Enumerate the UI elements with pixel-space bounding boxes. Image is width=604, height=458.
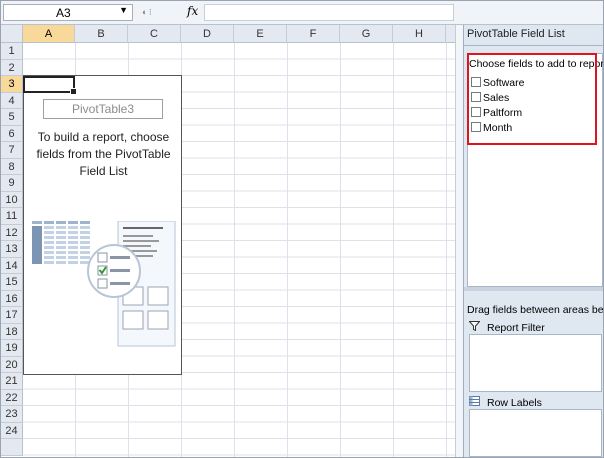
pane-title: PivotTable Field List	[467, 28, 565, 40]
column-header-g[interactable]: G	[340, 25, 393, 43]
row-labels-header: Row Labels	[469, 396, 542, 409]
gridline	[446, 43, 447, 457]
column-header-c[interactable]: C	[128, 25, 181, 43]
gridline	[287, 43, 288, 457]
row-header-24[interactable]: 24	[1, 422, 23, 439]
formula-bar: A3 ▼ ◖ ⁝ fx	[1, 1, 603, 25]
column-header-e[interactable]: E	[234, 25, 287, 43]
pane-splitter[interactable]	[464, 287, 603, 291]
pivot-table-placeholder[interactable]: PivotTable3 To build a report, choose fi…	[23, 75, 182, 375]
formula-input[interactable]	[204, 4, 454, 21]
report-filter-header: Report Filter	[468, 321, 545, 334]
row-header-11[interactable]: 11	[1, 208, 23, 225]
gridline	[340, 43, 341, 457]
row-header-20[interactable]: 20	[1, 356, 23, 373]
name-box[interactable]: A3 ▼	[3, 4, 133, 21]
divider	[464, 45, 603, 46]
column-header-a[interactable]: A	[23, 25, 75, 43]
drag-fields-label: Drag fields between areas below:	[467, 304, 604, 316]
row-header-16[interactable]: 16	[1, 290, 23, 307]
formula-bar-grip-icon: ◖ ⁝	[141, 7, 152, 17]
row-header-3[interactable]: 3	[1, 76, 23, 93]
grid-vertical-scrollbar[interactable]	[455, 25, 463, 457]
row-header-12[interactable]: 12	[1, 224, 23, 241]
row-header-9[interactable]: 9	[1, 175, 23, 192]
row-header-14[interactable]: 14	[1, 257, 23, 274]
pivot-table-instruction: To build a report, choose fields from th…	[36, 130, 171, 178]
pivot-illustration-icon	[32, 221, 176, 347]
row-header-13[interactable]: 13	[1, 241, 23, 258]
column-header-h[interactable]: H	[393, 25, 446, 43]
row-header-18[interactable]: 18	[1, 323, 23, 340]
select-all-corner[interactable]	[1, 25, 23, 43]
chevron-down-icon[interactable]: ▼	[119, 5, 128, 15]
row-header-21[interactable]: 21	[1, 373, 23, 390]
highlight-box	[467, 53, 597, 145]
pivot-field-list-pane: PivotTable Field List Choose fields to a…	[463, 25, 604, 457]
row-header-6[interactable]: 6	[1, 125, 23, 142]
active-cell-a3[interactable]	[23, 76, 77, 95]
column-header-partial	[446, 25, 455, 43]
row-labels-icon	[469, 396, 481, 409]
row-header-5[interactable]: 5	[1, 109, 23, 126]
gridline	[234, 43, 235, 457]
column-header-f[interactable]: F	[287, 25, 340, 43]
row-header-4[interactable]: 4	[1, 92, 23, 109]
report-filter-drop-area[interactable]	[469, 334, 602, 392]
pivot-table-name: PivotTable3	[43, 99, 163, 119]
row-header-1[interactable]: 1	[1, 43, 23, 60]
row-header-22[interactable]: 22	[1, 389, 23, 406]
row-header-23[interactable]: 23	[1, 406, 23, 423]
insert-function-button[interactable]: fx	[187, 4, 198, 18]
row-header-partial	[1, 439, 23, 456]
filter-icon	[468, 321, 481, 334]
row-header-17[interactable]: 17	[1, 307, 23, 324]
row-header-15[interactable]: 15	[1, 274, 23, 291]
row-labels-drop-area[interactable]	[469, 409, 602, 457]
row-header-19[interactable]: 19	[1, 340, 23, 357]
row-header-10[interactable]: 10	[1, 191, 23, 208]
column-header-b[interactable]: B	[75, 25, 128, 43]
report-filter-label: Report Filter	[487, 322, 545, 334]
excel-window: A3 ▼ ◖ ⁝ fx A B C D E F G H 1 2 3 4 5 6 …	[0, 0, 604, 458]
gridline	[393, 43, 394, 457]
row-header-2[interactable]: 2	[1, 59, 23, 76]
row-header-7[interactable]: 7	[1, 142, 23, 159]
row-header-8[interactable]: 8	[1, 158, 23, 175]
row-labels-label: Row Labels	[487, 397, 542, 409]
column-header-d[interactable]: D	[181, 25, 234, 43]
name-box-value: A3	[56, 6, 71, 20]
